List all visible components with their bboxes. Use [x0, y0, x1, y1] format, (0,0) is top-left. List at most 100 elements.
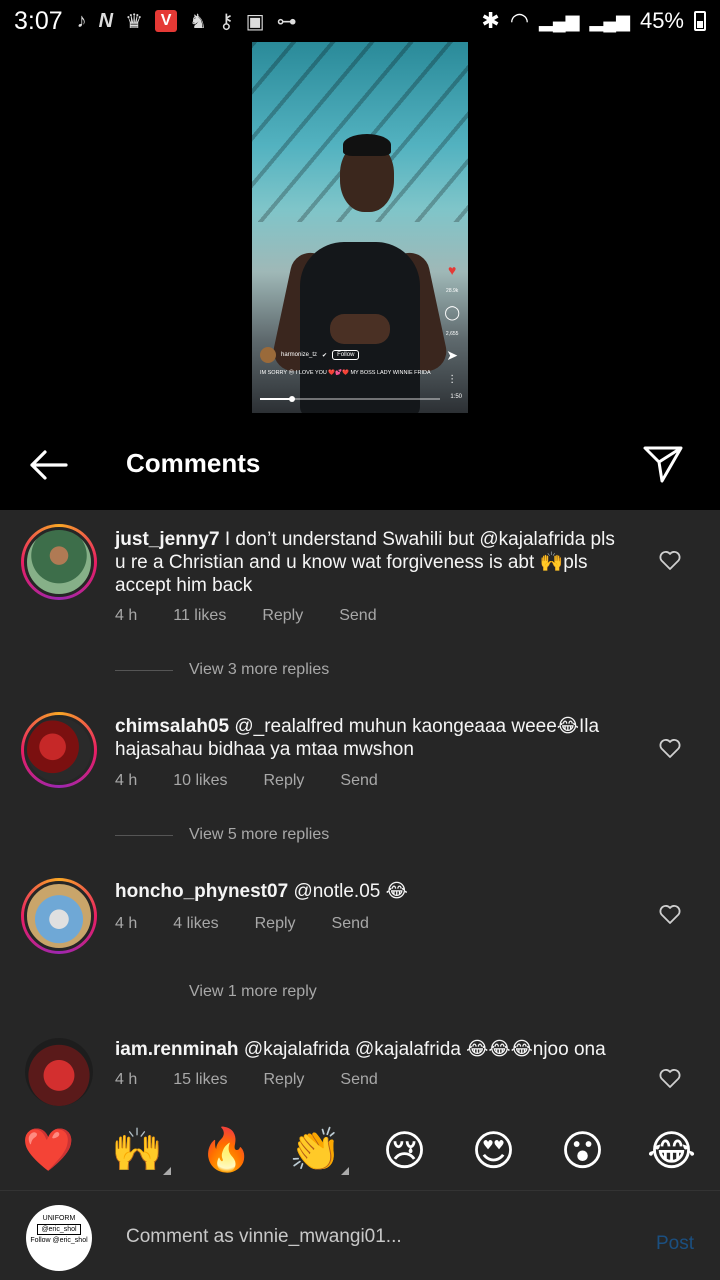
image-icon: ▣	[245, 10, 265, 33]
video-like-icon: ♥	[448, 262, 457, 278]
emoji-crying[interactable]: 😢	[370, 1126, 440, 1175]
comment-likes[interactable]: 10 likes	[173, 772, 227, 790]
send-button[interactable]: Send	[340, 1071, 377, 1089]
comment-composer: UNIFORM @eric_shol Follow @eric_shol Com…	[0, 1190, 720, 1280]
emoji-heart[interactable]: ❤️	[14, 1126, 84, 1175]
comment-body-line: @notle.05 😂	[293, 881, 408, 902]
comment-text: chimsalah05 @_realalfred muhun kaongeaaa…	[115, 715, 635, 761]
comment-text: just_jenny7 I don’t understand Swahili b…	[115, 528, 635, 597]
bluetooth-icon: ✱	[481, 8, 500, 33]
reply-button[interactable]: Reply	[262, 607, 303, 625]
back-arrow-icon[interactable]	[28, 444, 70, 486]
avatar[interactable]	[21, 524, 97, 600]
avatar[interactable]	[21, 878, 97, 954]
emoji-heart-eyes[interactable]: 😍	[459, 1126, 529, 1175]
comment-meta: 4 h 15 likes Reply Send	[115, 1071, 414, 1089]
avatar[interactable]	[25, 1038, 93, 1106]
skin-tone-indicator-icon	[162, 1166, 171, 1175]
wifi-icon: ◠	[509, 8, 530, 33]
reply-button[interactable]: Reply	[264, 1071, 305, 1089]
signal-2-icon: ▂▄▆	[589, 10, 630, 31]
system-icons: ✱ ◠ ▂▄▆ ▂▄▆ 45%	[481, 8, 706, 34]
emoji-clap[interactable]: 👏	[281, 1126, 351, 1175]
like-heart-icon[interactable]	[658, 902, 682, 926]
video-comment-count: 2,655	[445, 331, 459, 337]
emoji-clap-glyph: 👏	[289, 1125, 342, 1173]
video-person-hands	[330, 314, 390, 344]
comment-username[interactable]: honcho_phynest07	[115, 881, 288, 902]
comment-input[interactable]: Comment as vinnie_mwangi01...	[126, 1226, 402, 1248]
comment-likes[interactable]: 11 likes	[173, 607, 226, 625]
battery-icon	[694, 11, 706, 31]
emoji-fire[interactable]: 🔥	[192, 1126, 262, 1175]
avatar[interactable]	[21, 712, 97, 788]
comment-likes[interactable]: 15 likes	[173, 1071, 227, 1089]
send-button[interactable]: Send	[332, 915, 369, 933]
video-progress-handle	[289, 396, 296, 402]
like-heart-icon[interactable]	[658, 548, 682, 572]
like-heart-icon[interactable]	[658, 736, 682, 760]
skin-tone-indicator-icon	[340, 1166, 349, 1175]
tiktok-icon: ♪	[76, 9, 87, 32]
emoji-laughing[interactable]: 😂	[637, 1126, 707, 1175]
video-follow-button: Follow	[332, 350, 360, 360]
comment-body-line: I don’t understand Swahili but @kajalafr…	[224, 529, 615, 550]
video-duration: 1:50	[450, 394, 462, 400]
send-button[interactable]: Send	[339, 607, 376, 625]
send-button[interactable]: Send	[340, 772, 377, 790]
key-edit-icon: ⚷	[219, 10, 234, 33]
vpn-key-icon: ⊶	[276, 10, 297, 33]
status-bar: 3:07 ♪ N ♛ V ♞ ⚷ ▣ ⊶ ✱ ◠ ▂▄▆ ▂▄▆ 45%	[0, 0, 720, 42]
video-more-icon: ⋮	[447, 374, 458, 385]
comment-meta: 4 h 10 likes Reply Send	[115, 772, 414, 790]
comment-body-line: accept him back	[115, 575, 253, 596]
video-caption: IM SORRY 😔 I LOVE YOU ❤️💕❤️ MY BOSS LADY…	[260, 370, 431, 376]
comments-list[interactable]: just_jenny7 I don’t understand Swahili b…	[0, 510, 720, 1110]
comment-meta: 4 h 11 likes Reply Send	[115, 607, 413, 625]
comment-text: honcho_phynest07 @notle.05 😂	[115, 880, 635, 903]
comment-username[interactable]: just_jenny7	[115, 529, 220, 550]
verified-icon: ✔	[322, 352, 328, 359]
video-share-icon: ➤	[446, 347, 459, 363]
avatar-text: UNIFORM	[42, 1215, 76, 1222]
emoji-surprised[interactable]: 😮	[548, 1126, 618, 1175]
battery-percent: 45%	[639, 8, 684, 33]
comment-username[interactable]: iam.renminah	[115, 1039, 239, 1060]
premier-league-icon: ♛	[125, 10, 144, 33]
view-replies-label: View 5 more replies	[189, 826, 330, 843]
video-like-count: 28.9k	[446, 288, 459, 294]
avatar-text: Follow @eric_shol	[30, 1237, 88, 1244]
current-user-avatar: UNIFORM @eric_shol Follow @eric_shol	[26, 1205, 92, 1271]
avatar-text: @eric_shol	[37, 1224, 81, 1235]
comment-meta: 4 h 4 likes Reply Send	[115, 915, 405, 933]
view-more-replies[interactable]: View 1 more reply	[115, 983, 317, 1001]
notification-icons: ♪ N ♛ V ♞ ⚷ ▣ ⊶	[77, 9, 297, 34]
video-preview[interactable]: ♥ 28.9k ◯ 2,655 ➤ ⋮ harmonize_tz ✔ Follo…	[252, 42, 468, 413]
comment-body-line: hajasahau bidhaa ya mtaa mwshon	[115, 739, 414, 760]
comment-body-line: @kajalafrida @kajalafrida 😂😂😂njoo ona	[243, 1039, 606, 1060]
comments-header: Comments	[0, 420, 720, 510]
view-replies-label: View 3 more replies	[189, 661, 330, 678]
video-person-hair	[343, 134, 391, 156]
status-time: 3:07	[14, 6, 63, 35]
video-user-avatar	[260, 347, 276, 363]
comment-body-line: u re a Christian and u know wat forgiven…	[115, 552, 588, 573]
view-more-replies[interactable]: View 5 more replies	[115, 826, 329, 844]
comment-likes[interactable]: 4 likes	[173, 915, 218, 933]
reply-button[interactable]: Reply	[255, 915, 296, 933]
share-direct-icon[interactable]	[642, 442, 684, 484]
comment-username[interactable]: chimsalah05	[115, 716, 229, 737]
video-progress-bar	[260, 396, 440, 402]
view-more-replies[interactable]: View 3 more replies	[115, 661, 329, 679]
reply-button[interactable]: Reply	[264, 772, 305, 790]
comment-text: iam.renminah @kajalafrida @kajalafrida 😂…	[115, 1038, 635, 1061]
comment-time: 4 h	[115, 915, 138, 932]
comment-body-line: @_realalfred muhun kaongeaaa weee😂Ila	[234, 716, 600, 737]
view-replies-label: View 1 more reply	[189, 983, 317, 1000]
emoji-raised-hands[interactable]: 🙌	[103, 1126, 173, 1175]
like-heart-icon[interactable]	[658, 1066, 682, 1090]
vivaldi-icon: V	[155, 10, 178, 32]
post-button[interactable]: Post	[656, 1233, 694, 1255]
snail-icon: ♞	[189, 10, 207, 33]
video-username: harmonize_tz	[281, 352, 318, 358]
